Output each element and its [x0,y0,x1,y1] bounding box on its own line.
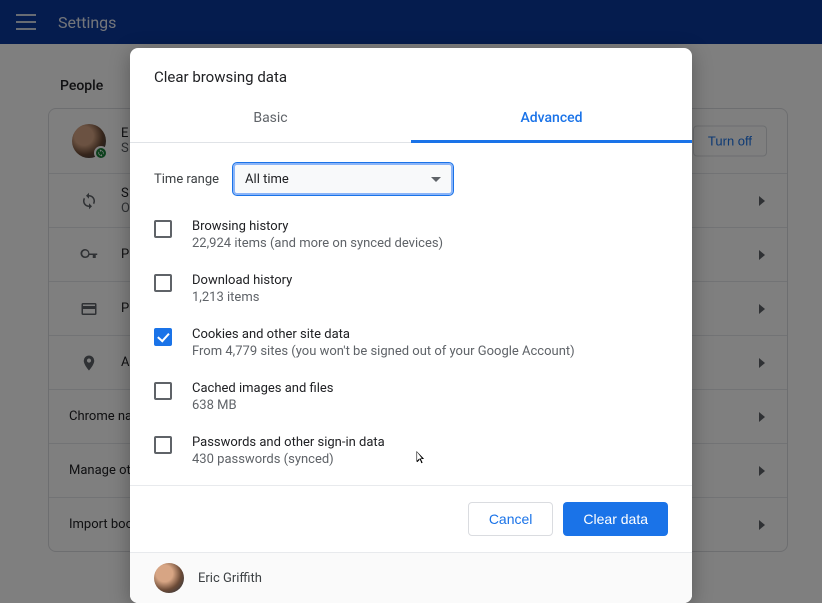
checkbox[interactable] [154,382,172,400]
clear-data-dialog: Clear browsing data Basic Advanced Time … [130,48,692,603]
time-range-select[interactable]: All time [233,163,453,195]
checkbox[interactable] [154,328,172,346]
option-title: Browsing history [192,219,443,234]
checkbox[interactable] [154,220,172,238]
time-range-label: Time range [154,172,219,187]
avatar [154,563,184,593]
option-title: Cached images and files [192,381,333,396]
option-title: Passwords and other sign-in data [192,435,385,450]
modal-overlay: Clear browsing data Basic Advanced Time … [0,0,822,603]
option-row[interactable]: Autofill form data [154,479,668,485]
checkbox[interactable] [154,436,172,454]
option-row[interactable]: Passwords and other sign-in data 430 pass… [154,425,668,479]
option-title: Cookies and other site data [192,327,575,342]
option-sub: 22,924 items (and more on synced devices… [192,236,443,251]
account-name: Eric Griffith [198,571,262,586]
dialog-footer: Cancel Clear data [130,485,692,552]
option-sub: 1,213 items [192,290,292,305]
option-row[interactable]: Cookies and other site data From 4,779 si… [154,317,668,371]
option-sub: 638 MB [192,398,333,413]
tab-basic[interactable]: Basic [130,96,411,142]
option-row[interactable]: Browsing history 22,924 items (and more o… [154,209,668,263]
account-strip: Eric Griffith [130,552,692,603]
option-sub: 430 passwords (synced) [192,452,385,467]
cancel-button[interactable]: Cancel [468,502,554,536]
time-range-value: All time [245,172,289,187]
dialog-body: Time range All time Browsing history 22,9… [130,143,692,485]
option-row[interactable]: Cached images and files 638 MB [154,371,668,425]
option-title: Download history [192,273,292,288]
clear-data-button[interactable]: Clear data [563,502,668,536]
tab-advanced[interactable]: Advanced [411,96,692,143]
checkbox[interactable] [154,274,172,292]
option-sub: From 4,779 sites (you won't be signed ou… [192,344,575,359]
dialog-title: Clear browsing data [130,48,692,96]
dialog-tabs: Basic Advanced [130,96,692,143]
option-row[interactable]: Download history 1,213 items [154,263,668,317]
chevron-down-icon [431,177,441,182]
